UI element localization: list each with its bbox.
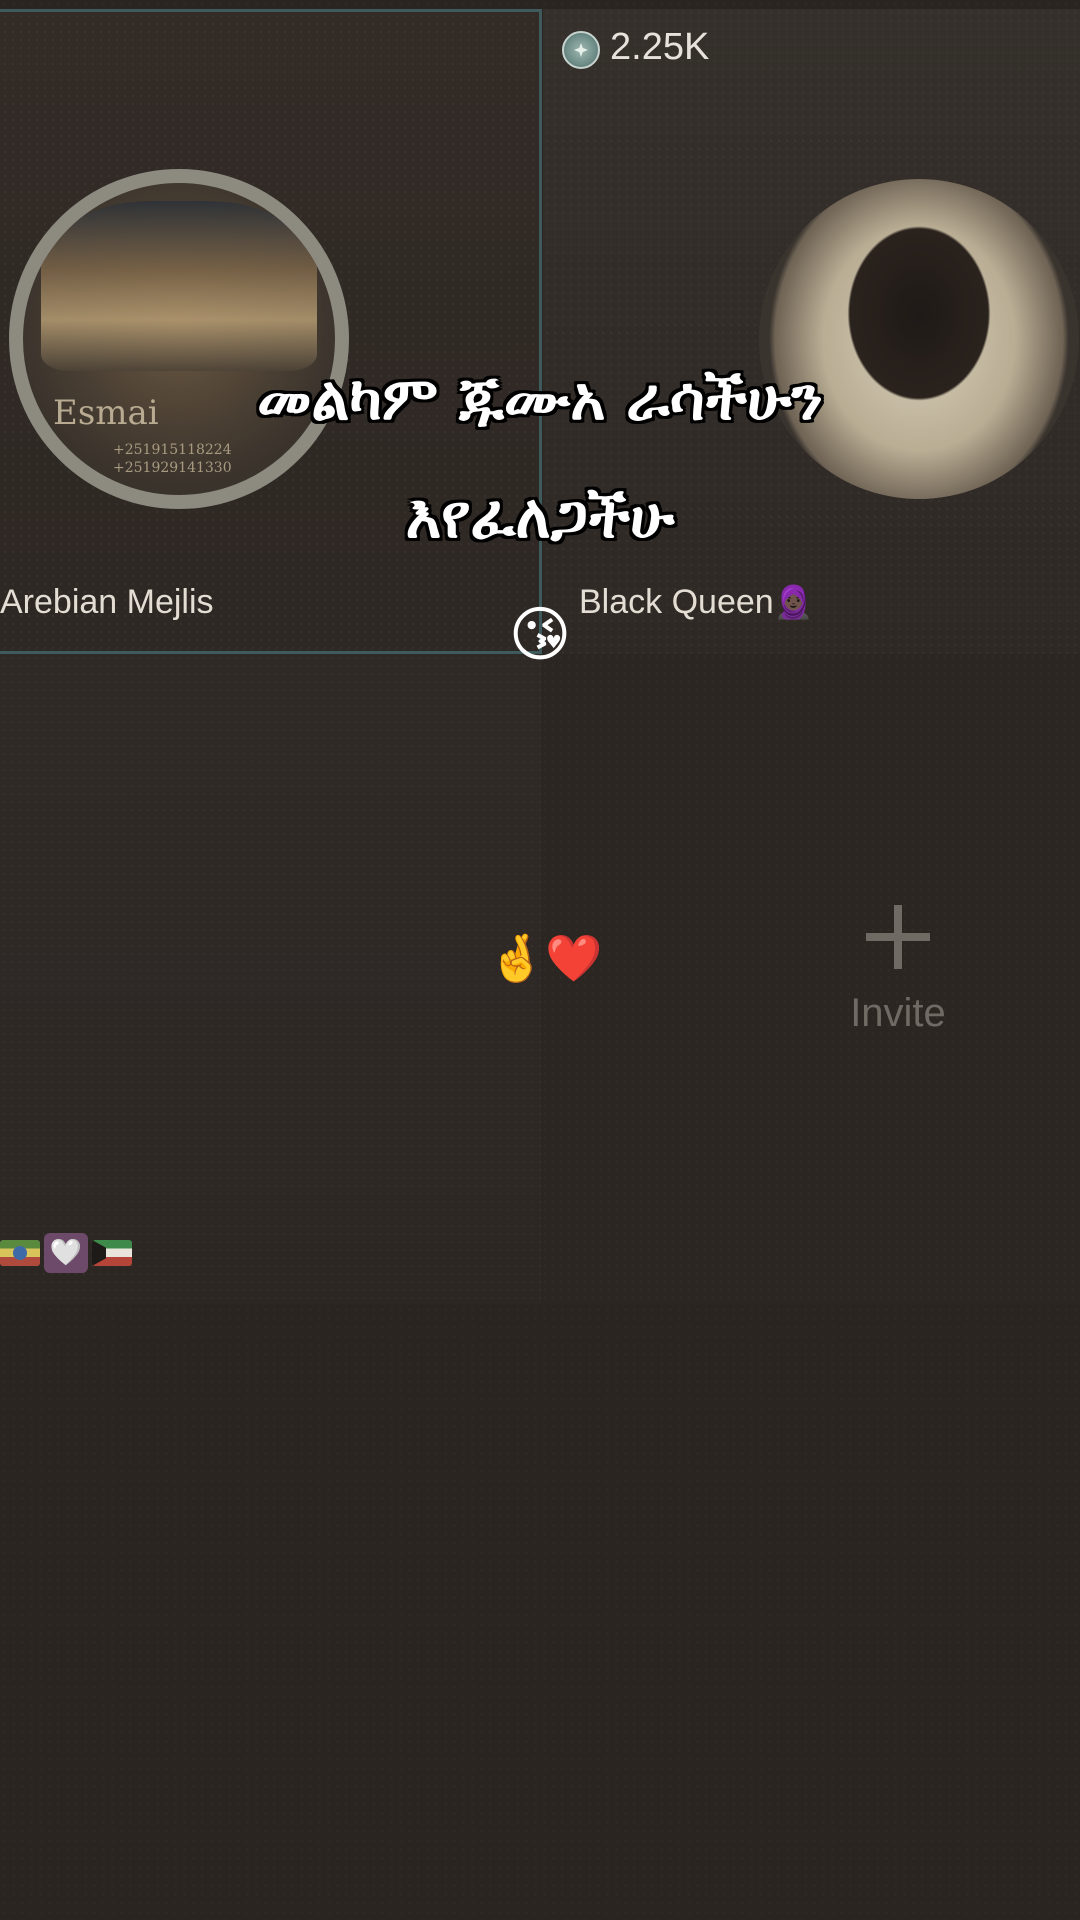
reaction-emoji: 🤞❤️	[488, 931, 603, 985]
invite-label: Invite	[850, 991, 946, 1035]
ethiopia-flag-icon	[0, 1240, 40, 1266]
seat-tile-empty	[541, 654, 1080, 1304]
coin-count: 2.25K	[610, 26, 710, 68]
seat-tile-3[interactable]	[0, 654, 541, 1304]
plus-icon	[866, 905, 930, 969]
kiss-emoji-icon: 😘	[508, 600, 572, 670]
caption-overlay: መልካም ጁሙአ ራሳችሁን እየፈለጋችሁ 😘	[0, 340, 1080, 694]
kuwait-flag-icon	[92, 1240, 132, 1266]
heart-badge-icon: 🤍	[44, 1233, 88, 1273]
caption-line-2: እየፈለጋችሁ 😘	[0, 458, 1080, 694]
coin-icon	[562, 31, 600, 69]
live-room-screen: Esmai +251915118224 +251929141330 Arebia…	[0, 0, 1080, 1920]
invite-button[interactable]: Invite	[835, 905, 961, 1036]
caption-line-1: መልካም ጁሙአ ራሳችሁን	[257, 364, 823, 434]
seat-badges: 🤍	[0, 1233, 132, 1273]
caption-line-2-text: እየፈለጋችሁ	[405, 482, 675, 552]
